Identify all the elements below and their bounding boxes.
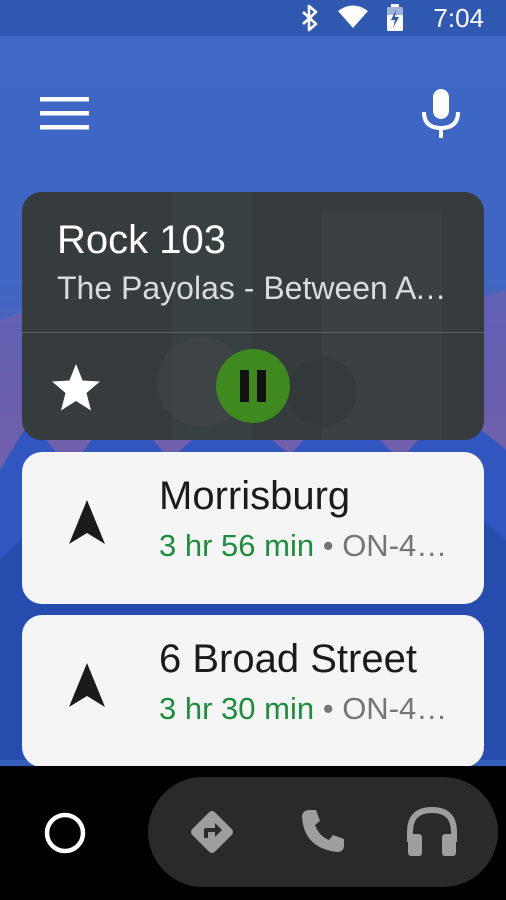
destination-info: 3 hr 56 min • ON-401 E <box>159 528 449 564</box>
audio-button[interactable] <box>404 804 460 860</box>
menu-button[interactable] <box>40 96 90 132</box>
home-button[interactable] <box>44 812 86 854</box>
pause-button[interactable] <box>216 349 290 423</box>
navigation-arrow-icon <box>69 500 105 544</box>
status-bar: 7:04 <box>0 0 506 36</box>
eta: 3 hr 30 min <box>159 691 315 726</box>
separator: • <box>322 691 334 726</box>
hamburger-menu-icon <box>40 97 89 130</box>
favorite-button[interactable] <box>50 362 102 414</box>
clock: 7:04 <box>433 3 484 33</box>
route: ON-401 E <box>342 528 449 563</box>
wifi-icon <box>338 5 368 28</box>
separator: • <box>322 528 334 563</box>
star-icon <box>52 364 100 411</box>
divider <box>22 332 484 333</box>
navigation-icon <box>191 811 233 853</box>
battery-charging-icon <box>387 4 403 31</box>
destination-name: Morrisburg <box>159 474 351 518</box>
destination-name: 6 Broad Street <box>159 637 417 681</box>
home-icon <box>44 812 86 854</box>
pause-icon-bar <box>257 370 266 402</box>
destination-card[interactable]: 6 Broad Street 3 hr 30 min • ON-401 E <box>22 615 484 767</box>
navigation-button[interactable] <box>184 804 240 860</box>
eta: 3 hr 56 min <box>159 528 315 563</box>
destination-info: 3 hr 30 min • ON-401 E <box>159 691 449 727</box>
pause-icon <box>240 370 249 402</box>
headphones-icon <box>407 806 457 856</box>
phone-icon <box>302 810 344 852</box>
track-title: The Payolas - Between A Wolf and a Lamb <box>57 270 452 306</box>
navigation-arrow-icon <box>69 663 105 707</box>
bluetooth-icon <box>302 4 318 32</box>
phone-button[interactable] <box>294 804 350 860</box>
media-card[interactable]: Rock 103 The Payolas - Between A Wolf an… <box>22 192 484 440</box>
bottom-navigation-bar <box>0 766 506 900</box>
microphone-icon <box>422 89 460 138</box>
station-name: Rock 103 <box>57 218 226 262</box>
voice-button[interactable] <box>420 88 462 140</box>
route: ON-401 E <box>342 691 449 726</box>
app-dock <box>148 777 498 887</box>
destination-card[interactable]: Morrisburg 3 hr 56 min • ON-401 E <box>22 452 484 604</box>
